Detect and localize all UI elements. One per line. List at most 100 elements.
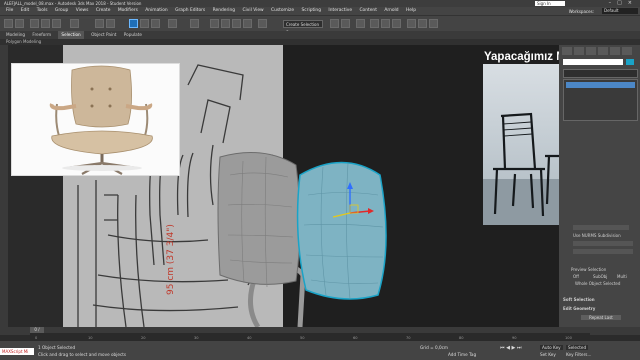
named-selection-dropdown[interactable]: Create Selection Se — [283, 20, 323, 35]
window-title: ALEFJALL_model_08.max - Autodesk 3ds Max… — [4, 1, 142, 6]
link-icon[interactable] — [30, 19, 39, 28]
bind-space-warp-icon[interactable] — [52, 19, 61, 28]
menu-create[interactable]: Create — [96, 7, 111, 15]
pivot-center-icon[interactable] — [190, 19, 199, 28]
modify-tab-icon[interactable] — [574, 47, 584, 55]
backrest-cushion-gray[interactable] — [217, 152, 301, 285]
menu-help[interactable]: Help — [406, 7, 416, 15]
select-by-name-icon[interactable] — [106, 19, 115, 28]
window-controls[interactable]: –□× — [609, 0, 638, 7]
render-setup-icon[interactable] — [407, 19, 416, 28]
menu-bar: File Edit Tools Group Views Create Modif… — [0, 7, 640, 15]
tick-30: 30 — [194, 336, 199, 340]
tab-selection[interactable]: Selection — [58, 31, 84, 39]
snaps-toggle-icon[interactable] — [210, 19, 219, 28]
menu-arnold[interactable]: Arnold — [384, 7, 398, 15]
use-nurms-option[interactable]: Use NURMS Subdivision — [573, 233, 621, 238]
tick-40: 40 — [247, 336, 252, 340]
menu-views[interactable]: Views — [76, 7, 89, 15]
utilities-tab-icon[interactable] — [622, 47, 632, 55]
tick-60: 60 — [353, 336, 358, 340]
preview-off-radio[interactable]: Off — [573, 274, 579, 279]
rendered-frame-window-icon[interactable] — [418, 19, 427, 28]
undo-icon[interactable] — [4, 19, 13, 28]
office-chair-illustration — [12, 64, 179, 175]
spinner-snap-icon[interactable] — [243, 19, 252, 28]
auto-key-button[interactable]: Auto Key — [540, 345, 563, 350]
menu-animation[interactable]: Animation — [145, 7, 167, 15]
menu-tools[interactable]: Tools — [37, 7, 48, 15]
layer-explorer-icon[interactable] — [356, 19, 365, 28]
preview-multi-radio[interactable]: Multi — [617, 274, 627, 279]
preview-subobj-radio[interactable]: SubObj — [593, 274, 607, 279]
status-bar: MAXScript Mi 1 Object Selected Click and… — [0, 341, 640, 360]
backrest-cushion-selected[interactable] — [296, 161, 387, 300]
menu-file[interactable]: File — [6, 7, 13, 15]
tick-0: 0 — [35, 336, 38, 340]
unlink-icon[interactable] — [41, 19, 50, 28]
edit-geometry-rollout[interactable]: Edit Geometry — [563, 306, 595, 311]
command-panel: Use NURMS Subdivision Preview Selection … — [559, 45, 640, 327]
select-and-move-icon[interactable] — [129, 19, 138, 28]
hierarchy-tab-icon[interactable] — [586, 47, 596, 55]
menu-customize[interactable]: Customize — [271, 7, 294, 15]
menu-rendering[interactable]: Rendering — [213, 7, 235, 15]
mirror-icon[interactable] — [330, 19, 339, 28]
select-and-rotate-icon[interactable] — [140, 19, 149, 28]
menu-civil-view[interactable]: Civil View — [242, 7, 263, 15]
tab-modeling[interactable]: Modeling — [6, 31, 25, 39]
menu-graph-editors[interactable]: Graph Editors — [175, 7, 205, 15]
select-object-icon[interactable] — [95, 19, 104, 28]
curve-editor-icon[interactable] — [370, 19, 379, 28]
angle-snap-icon[interactable] — [221, 19, 230, 28]
menu-group[interactable]: Group — [55, 7, 68, 15]
key-filters-button[interactable]: Key Filters... — [566, 352, 591, 357]
create-tab-icon[interactable] — [562, 47, 572, 55]
add-time-tag-button[interactable]: Add Time Tag — [448, 352, 476, 357]
display-tab-icon[interactable] — [610, 47, 620, 55]
polygon-modeling-label[interactable]: Polygon Modeling — [6, 39, 41, 44]
menu-edit[interactable]: Edit — [21, 7, 30, 15]
render-production-icon[interactable] — [429, 19, 438, 28]
modifier-stack-selected-item[interactable] — [566, 82, 635, 88]
soft-selection-rollout[interactable]: Soft Selection — [563, 297, 595, 302]
selection-filter-icon[interactable] — [70, 19, 79, 28]
tick-90: 90 — [512, 336, 517, 340]
whole-object-selected-label: Whole Object Selected — [575, 281, 621, 286]
tab-object-paint[interactable]: Object Paint — [91, 31, 116, 39]
minimize-icon[interactable]: – — [609, 0, 618, 6]
close-icon[interactable]: × — [628, 0, 638, 6]
redo-icon[interactable] — [15, 19, 24, 28]
percent-snap-icon[interactable] — [232, 19, 241, 28]
object-name-field[interactable] — [563, 59, 623, 65]
sign-in-button[interactable]: Sign In — [535, 1, 565, 6]
track-bar[interactable]: 0 10 20 30 40 50 60 70 80 90 100 — [30, 333, 590, 341]
repeat-last-button[interactable]: Repeat Last — [581, 315, 621, 320]
reference-coordinate-icon[interactable] — [168, 19, 177, 28]
left-tool-strip — [0, 45, 8, 327]
align-icon[interactable] — [341, 19, 350, 28]
workspaces-dropdown[interactable]: Default — [602, 8, 638, 14]
maximize-icon[interactable]: □ — [617, 0, 628, 6]
tab-freeform[interactable]: Freeform — [32, 31, 51, 39]
modifier-list-dropdown[interactable] — [563, 69, 638, 78]
select-and-scale-icon[interactable] — [151, 19, 160, 28]
tab-populate[interactable]: Populate — [124, 31, 142, 39]
edit-named-selection-icon[interactable] — [258, 19, 267, 28]
menu-content[interactable]: Content — [359, 7, 376, 15]
material-editor-icon[interactable] — [392, 19, 401, 28]
tick-20: 20 — [141, 336, 146, 340]
schematic-view-icon[interactable] — [381, 19, 390, 28]
set-key-button[interactable]: Set Key — [540, 352, 556, 357]
motion-tab-icon[interactable] — [598, 47, 608, 55]
menu-modifiers[interactable]: Modifiers — [118, 7, 138, 15]
selected-dropdown[interactable]: Selected — [566, 345, 589, 350]
menu-scripting[interactable]: Scripting — [301, 7, 321, 15]
object-color-swatch[interactable] — [626, 59, 634, 65]
menu-interactive[interactable]: Interactive — [328, 7, 352, 15]
tick-70: 70 — [406, 336, 411, 340]
tick-80: 80 — [459, 336, 464, 340]
maxscript-listener[interactable]: MAXScript Mi — [0, 348, 34, 355]
modifier-stack[interactable] — [563, 79, 638, 121]
playback-controls[interactable]: ⏮ ◀ ▶ ⏭ — [500, 345, 521, 351]
